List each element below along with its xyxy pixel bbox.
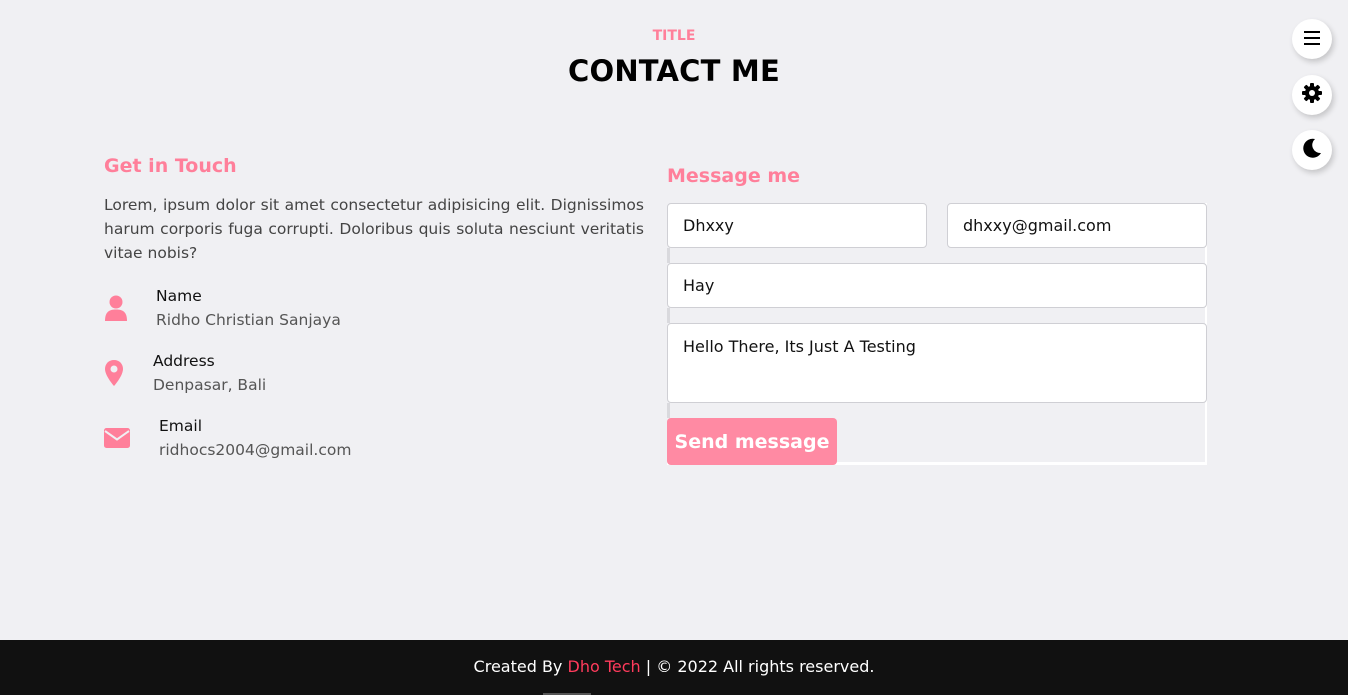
info-item-value: Ridho Christian Sanjaya — [156, 311, 341, 329]
page-title: CONTACT ME — [567, 54, 780, 88]
email-input[interactable]: dhxxy@gmail.com — [947, 203, 1207, 248]
footer-brand-link[interactable]: Dho Tech — [568, 657, 641, 676]
form-heading: Message me — [667, 165, 801, 187]
envelope-icon — [104, 428, 130, 454]
message-textarea[interactable]: Hello There, Its Just A Testing — [667, 323, 1207, 403]
subject-input[interactable]: Hay — [667, 263, 1207, 308]
info-item-name: Name Ridho Christian Sanjaya — [104, 284, 504, 334]
info-item-title: Email — [159, 417, 203, 435]
info-item-title: Address — [153, 352, 215, 370]
settings-button[interactable] — [1292, 75, 1332, 115]
contact-form: Dhxxy dhxxy@gmail.com Hay Hello There, I… — [667, 203, 1207, 465]
info-item-email: Email ridhocs2004@gmail.com — [104, 414, 504, 464]
contact-info-heading: Get in Touch — [104, 155, 237, 177]
info-item-address: Address Denpasar, Bali — [104, 349, 504, 399]
theme-toggle-button[interactable] — [1292, 130, 1332, 170]
menu-button[interactable] — [1292, 19, 1332, 59]
footer-prefix: Created By — [473, 657, 563, 676]
map-pin-icon — [104, 359, 130, 386]
form-divider — [667, 308, 670, 323]
send-message-button[interactable]: Send message — [667, 418, 837, 465]
form-divider — [667, 248, 670, 263]
footer: Created By Dho Tech | © 2022 All rights … — [0, 640, 1348, 695]
form-divider — [667, 403, 670, 418]
user-icon — [104, 294, 130, 321]
contact-info-description: Lorem, ipsum dolor sit amet consectetur … — [104, 196, 644, 262]
menu-icon — [1304, 30, 1320, 49]
name-input[interactable]: Dhxxy — [667, 203, 927, 248]
info-item-value: ridhocs2004@gmail.com — [159, 441, 352, 459]
contact-info-panel: Get in Touch Lorem, ipsum dolor sit amet… — [104, 155, 644, 265]
info-item-value: Denpasar, Bali — [153, 376, 267, 394]
footer-copyright: | © 2022 All rights reserved. — [645, 657, 875, 676]
gear-icon — [1302, 83, 1322, 107]
info-item-title: Name — [156, 287, 202, 305]
moon-icon — [1302, 138, 1322, 162]
section-label: TITLE — [652, 28, 696, 44]
